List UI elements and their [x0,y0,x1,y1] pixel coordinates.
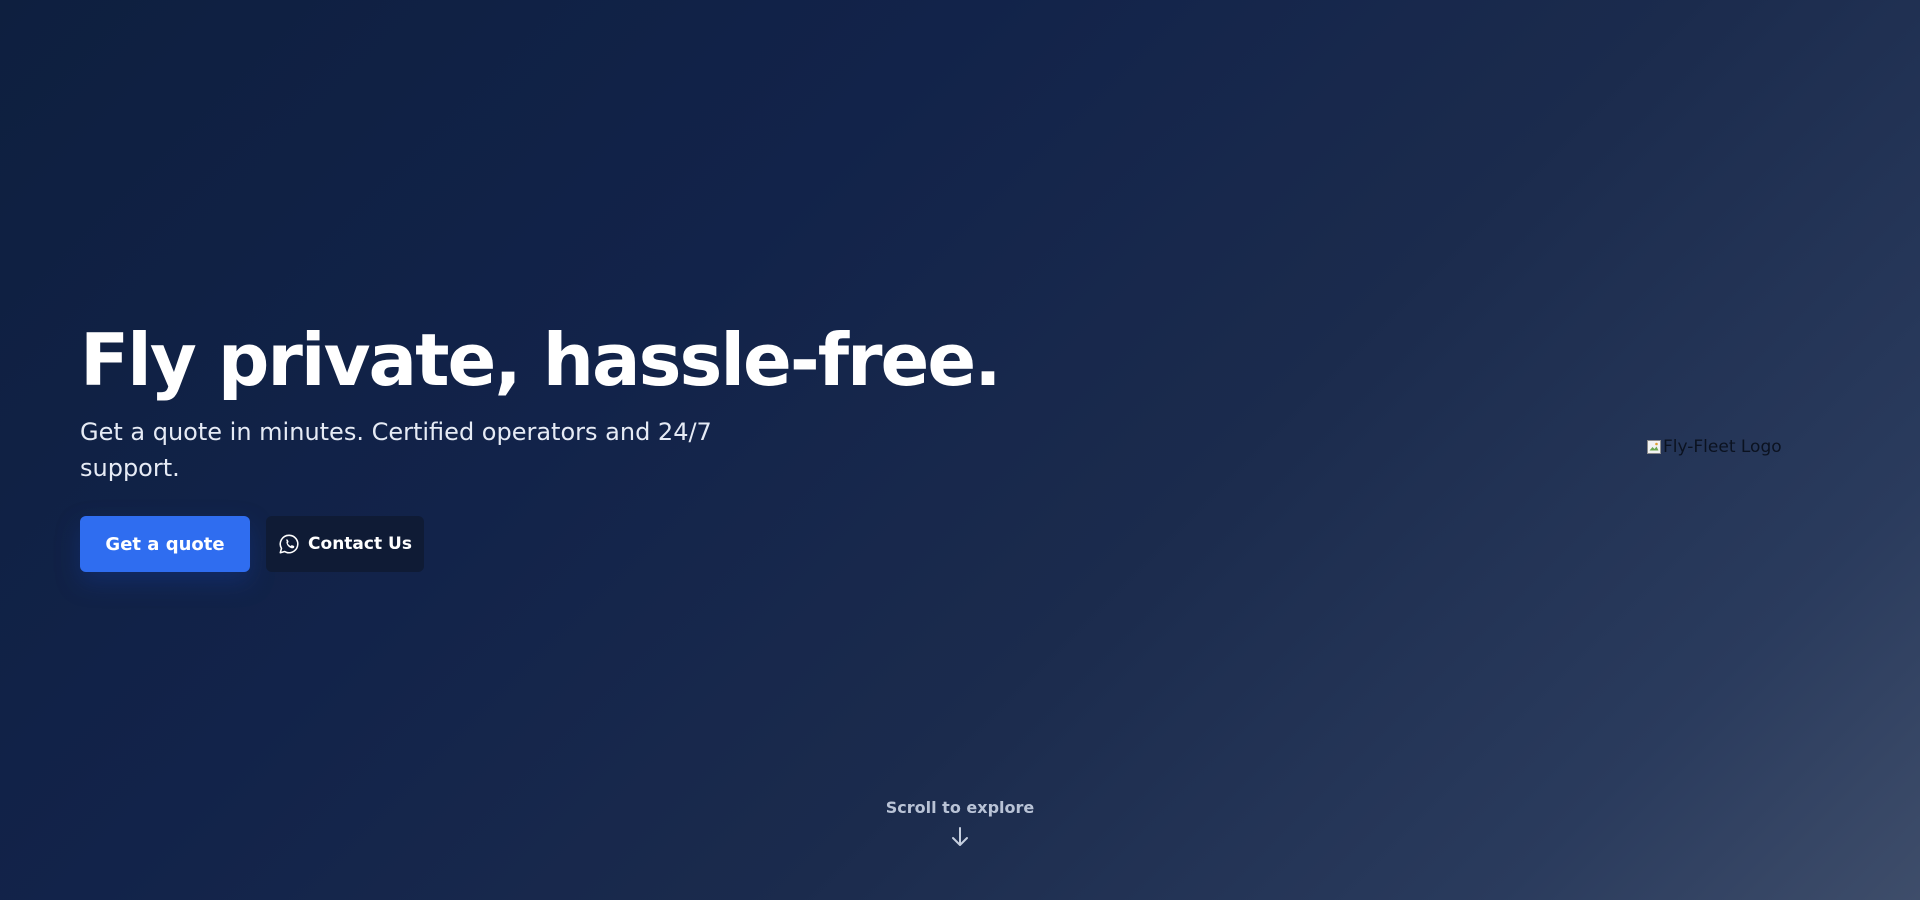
logo-alt-text: Fly-Fleet Logo [1663,437,1782,457]
scroll-indicator[interactable]: Scroll to explore [0,798,1920,849]
cta-row: Get a quote Contact Us [80,516,980,572]
contact-us-button[interactable]: Contact Us [266,516,424,572]
hero-headline: Fly private, hassle-free. [80,318,1002,402]
hero-section: Fly private, hassle-free. Get a quote in… [0,0,1920,900]
hero-subheadline: Get a quote in minutes. Certified operat… [80,418,712,482]
arrow-down-icon [949,825,971,849]
broken-image-icon [1647,439,1661,455]
get-quote-button[interactable]: Get a quote [80,516,250,572]
hero-content: Fly private, hassle-free. Get a quote in… [80,316,1002,572]
scroll-label: Scroll to explore [885,798,1035,817]
logo: Fly-Fleet Logo [1647,437,1782,457]
contact-us-label: Contact Us [308,534,412,554]
whatsapp-icon [278,533,300,555]
